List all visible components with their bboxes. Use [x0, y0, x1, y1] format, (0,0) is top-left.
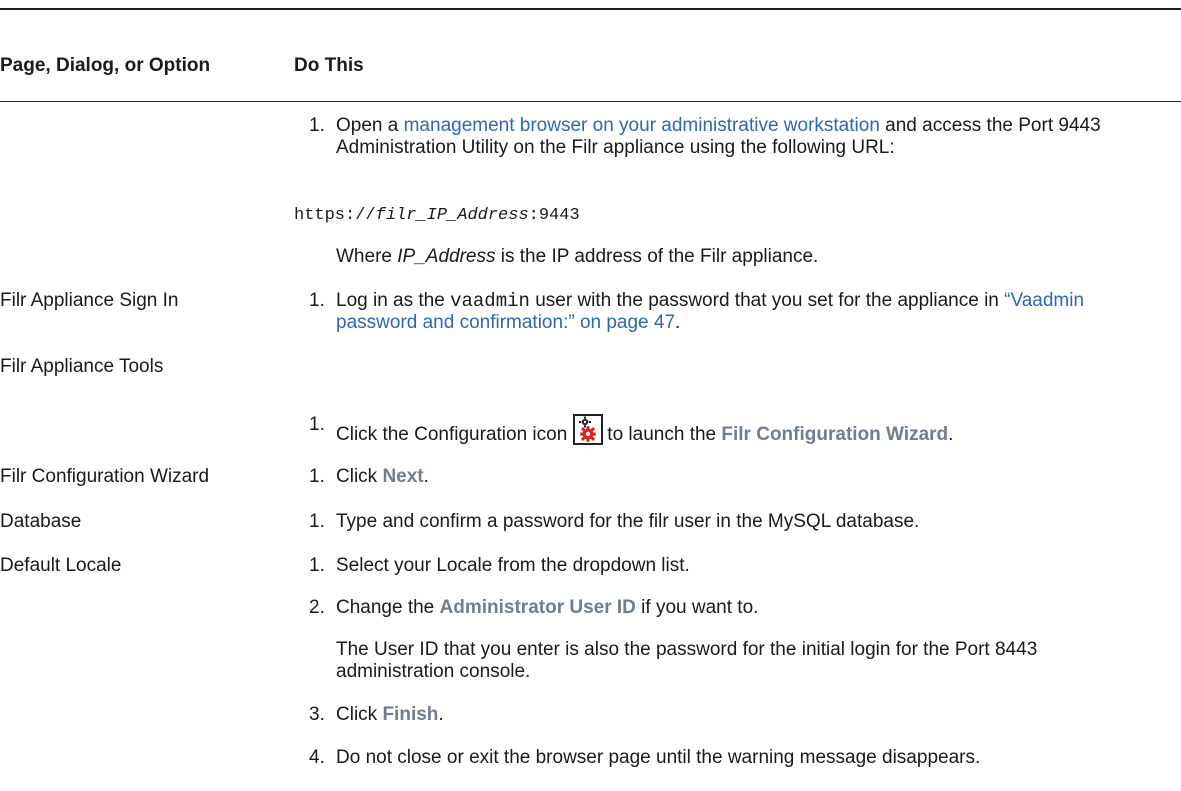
- table-top-rule: [0, 8, 1181, 10]
- column-header-page: Page, Dialog, or Option: [0, 55, 211, 76]
- step-click-finish: Click Finish.: [336, 704, 1162, 726]
- step-number: 4.: [309, 747, 325, 768]
- step-number: 1.: [309, 555, 325, 576]
- step-number: 1.: [309, 511, 325, 532]
- step-number: 1.: [309, 115, 325, 136]
- step-open-browser: Open a management browser on your admini…: [336, 115, 1156, 159]
- row-label-appliance-tools: Filr Appliance Tools: [0, 356, 164, 377]
- management-browser-link[interactable]: management browser on your administrativ…: [404, 115, 880, 136]
- url-example: https://filr_IP_Address:9443: [294, 206, 580, 225]
- header-rule: [0, 101, 1181, 102]
- row-label-sign-in: Filr Appliance Sign In: [0, 290, 179, 311]
- step-click-configuration: Click the Configuration icon to launch th…: [336, 414, 1162, 446]
- step-text: .: [948, 424, 954, 445]
- step-text: .: [675, 312, 681, 333]
- step-change-admin-id: Change the Administrator User ID if you …: [336, 597, 1162, 619]
- step-select-locale: Select your Locale from the dropdown lis…: [336, 555, 690, 576]
- step-number: 1.: [309, 466, 325, 487]
- step-text: if you want to.: [635, 597, 759, 618]
- step-text: to launch the: [607, 424, 722, 445]
- url-prefix: https://: [294, 206, 376, 225]
- document-page: Page, Dialog, or Option Do This 1. Open …: [0, 0, 1181, 791]
- step-type-password: Type and confirm a password for the filr…: [336, 511, 920, 532]
- step-number: 2.: [309, 597, 325, 618]
- column-header-do-this: Do This: [294, 55, 364, 76]
- step-number: 3.: [309, 704, 325, 725]
- user-id-note: The User ID that you enter is also the p…: [336, 639, 1038, 682]
- ui-term-next: Next: [382, 466, 424, 487]
- note-text: Where: [336, 246, 398, 267]
- url-placeholder: filr_IP_Address: [375, 206, 529, 225]
- row-label-config-wizard: Filr Configuration Wizard: [0, 466, 210, 487]
- url-port: :9443: [528, 206, 580, 225]
- step-text: Click: [336, 704, 383, 725]
- where-note: Where IP_Address is the IP address of th…: [336, 246, 1162, 268]
- row-label-database: Database: [0, 511, 82, 532]
- step-do-not-close: Do not close or exit the browser page un…: [336, 747, 981, 768]
- note-text: is the IP address of the Filr appliance.: [495, 246, 819, 267]
- step-text: .: [423, 466, 429, 487]
- step-number: 1.: [309, 414, 325, 435]
- row-label-default-locale: Default Locale: [0, 555, 122, 576]
- step-text: Click: [336, 466, 383, 487]
- step-text: .: [438, 704, 444, 725]
- step-text: user with the password that you set for …: [529, 290, 1005, 311]
- step-text: Click the Configuration icon: [336, 424, 568, 445]
- step-number: 1.: [309, 290, 325, 311]
- ui-term-finish: Finish: [382, 704, 439, 725]
- step-text: Change the: [336, 597, 440, 618]
- configuration-gears-icon[interactable]: [573, 414, 604, 445]
- step-click-next: Click Next.: [336, 466, 1162, 488]
- ui-term-config-wizard: Filr Configuration Wizard: [721, 424, 949, 445]
- note-italic-term: IP_Address: [397, 246, 496, 267]
- step-text: Open a: [336, 115, 404, 136]
- step-log-in: Log in as the vaadmin user with the pass…: [336, 290, 1156, 334]
- ui-term-admin-user-id: Administrator User ID: [439, 597, 636, 618]
- code-vaadmin: vaadmin: [450, 290, 530, 312]
- step-text: Log in as the: [336, 290, 451, 311]
